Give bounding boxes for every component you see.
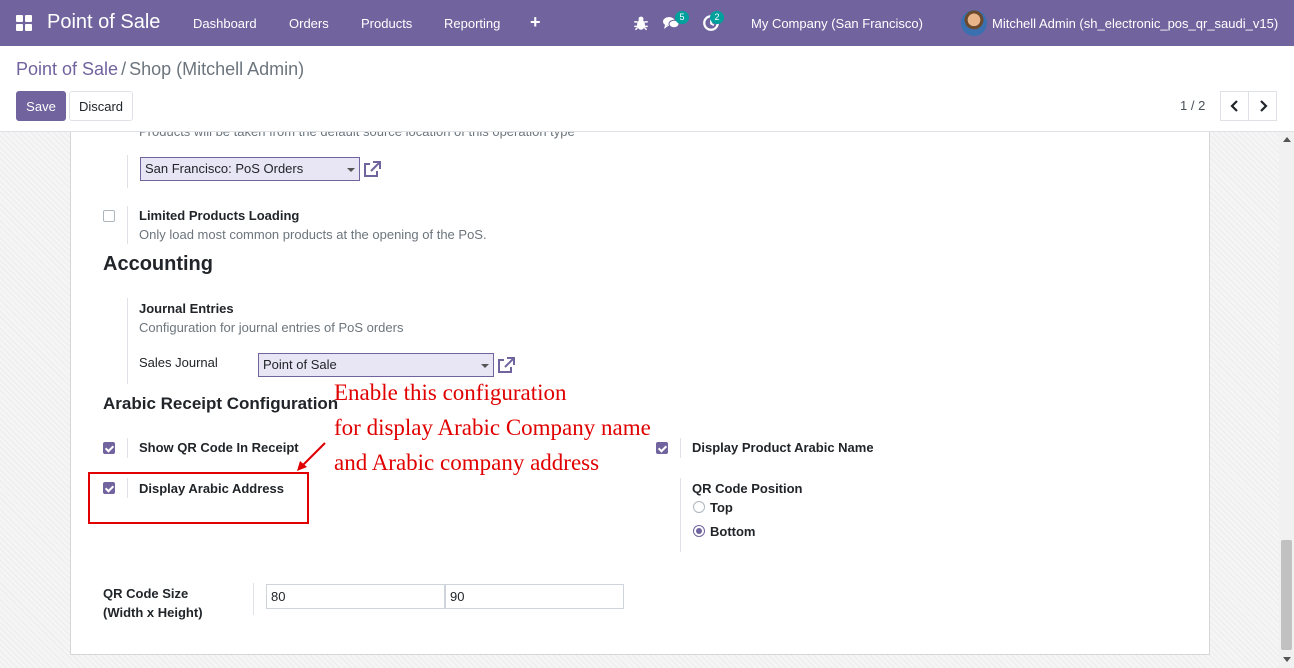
breadcrumb-separator: / xyxy=(121,59,127,79)
chevron-right-icon xyxy=(1260,100,1268,112)
bug-icon[interactable] xyxy=(632,14,650,32)
menu-reporting[interactable]: Reporting xyxy=(444,16,500,31)
sales-journal-label: Sales Journal xyxy=(139,355,218,370)
user-menu[interactable]: Mitchell Admin (sh_electronic_pos_qr_sau… xyxy=(992,16,1278,31)
menu-dashboard[interactable]: Dashboard xyxy=(193,16,257,31)
arabic-receipt-heading: Arabic Receipt Configuration xyxy=(103,394,339,413)
divider xyxy=(127,298,128,384)
annotation-line-1: Enable this configuration xyxy=(334,380,567,405)
discard-button[interactable]: Discard xyxy=(69,91,133,121)
breadcrumb-parent[interactable]: Point of Sale xyxy=(16,59,118,79)
journal-entries-label: Journal Entries xyxy=(139,301,234,316)
chevron-left-icon xyxy=(1230,100,1238,112)
user-avatar[interactable] xyxy=(961,10,987,36)
control-panel: Point of Sale / Shop (Mitchell Admin) Save… xyxy=(0,46,1294,132)
breadcrumb-current: Shop (Mitchell Admin) xyxy=(129,59,305,79)
scroll-thumb[interactable] xyxy=(1281,540,1292,650)
annotation-line-3: and Arabic company address xyxy=(334,450,600,475)
sales-journal-select[interactable]: Point of Sale xyxy=(258,353,494,377)
apps-icon[interactable] xyxy=(16,15,32,31)
company-switcher[interactable]: My Company (San Francisco) xyxy=(751,16,923,31)
qr-size-label-line2: (Width x Height) xyxy=(103,605,203,620)
scroll-up-arrow[interactable] xyxy=(1283,137,1291,142)
annotation-arrow-icon xyxy=(297,442,326,471)
divider xyxy=(680,438,681,458)
show-qr-checkbox[interactable] xyxy=(103,442,115,454)
activities-badge: 2 xyxy=(710,11,724,24)
menu-products[interactable]: Products xyxy=(361,16,412,31)
display-product-arabic-label: Display Product Arabic Name xyxy=(692,440,874,455)
limited-products-checkbox[interactable] xyxy=(103,210,115,222)
scroll-down-arrow[interactable] xyxy=(1283,657,1291,662)
qr-width-input[interactable]: 80 xyxy=(266,584,445,609)
operation-type-value: San Francisco: PoS Orders xyxy=(145,161,304,176)
divider xyxy=(127,438,128,458)
qr-position-top-label: Top xyxy=(710,500,733,515)
accounting-heading: Accounting xyxy=(103,253,213,275)
app-brand[interactable]: Point of Sale xyxy=(47,11,160,34)
divider xyxy=(127,206,128,244)
external-link-icon[interactable] xyxy=(496,356,516,374)
show-qr-label: Show QR Code In Receipt xyxy=(139,440,299,455)
dropdown-caret-icon xyxy=(481,364,489,368)
qr-size-label-line1: QR Code Size xyxy=(103,586,189,601)
limited-products-label: Limited Products Loading xyxy=(139,208,300,223)
divider xyxy=(680,478,681,552)
limited-products-description: Only load most common products at the op… xyxy=(139,227,487,242)
journal-entries-description: Configuration for journal entries of PoS… xyxy=(139,320,404,335)
messages-badge: 5 xyxy=(675,11,689,24)
sales-journal-value: Point of Sale xyxy=(263,357,337,372)
menu-orders[interactable]: Orders xyxy=(289,16,329,31)
scrollbar[interactable] xyxy=(1279,132,1294,668)
divider xyxy=(127,155,128,188)
save-button[interactable]: Save xyxy=(16,91,66,121)
pager-next-button[interactable] xyxy=(1248,91,1277,121)
display-product-arabic-checkbox[interactable] xyxy=(656,442,668,454)
top-navbar: Point of Sale Dashboard Orders Products … xyxy=(0,0,1294,46)
divider xyxy=(253,583,254,615)
pager-value[interactable]: 1 / 2 xyxy=(1180,98,1205,113)
breadcrumb: Point of Sale / Shop (Mitchell Admin) xyxy=(16,59,304,80)
add-menu-icon[interactable]: + xyxy=(530,12,541,33)
qr-position-bottom-label: Bottom xyxy=(710,524,756,539)
qr-position-label: QR Code Position xyxy=(692,481,803,496)
annotation-line-2: for display Arabic Company name xyxy=(334,415,651,440)
qr-position-top-radio[interactable] xyxy=(693,501,705,513)
annotation-highlight-box xyxy=(88,472,309,524)
dropdown-caret-icon xyxy=(347,168,355,172)
operation-type-select[interactable]: San Francisco: PoS Orders xyxy=(140,157,360,181)
pager-previous-button[interactable] xyxy=(1220,91,1249,121)
qr-height-input[interactable]: 90 xyxy=(445,584,624,609)
qr-position-bottom-radio[interactable] xyxy=(693,525,705,537)
external-link-icon[interactable] xyxy=(362,160,382,178)
